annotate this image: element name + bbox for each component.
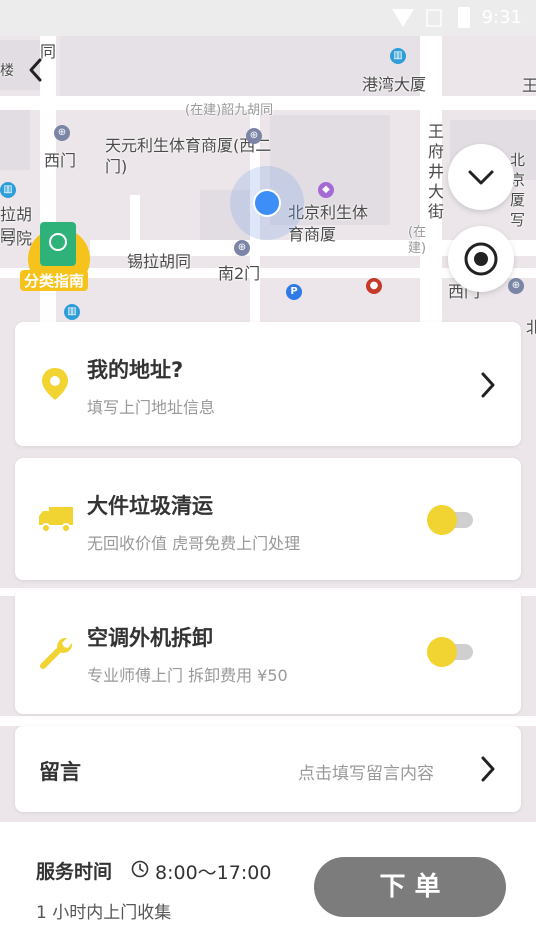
building-icon: ▥: [0, 182, 16, 198]
shop-icon: ◆: [318, 182, 334, 198]
recycle-book-icon: [40, 222, 76, 266]
chevron-down-icon: [468, 170, 494, 185]
chevron-right-icon: [481, 372, 495, 398]
classification-guide-label[interactable]: 分类指南: [20, 270, 89, 291]
message-title: 留言: [39, 760, 81, 784]
back-button[interactable]: [22, 56, 50, 84]
truck-icon: [39, 507, 73, 533]
location-pin-icon: [42, 368, 68, 400]
no-sim-icon: [426, 9, 442, 27]
address-subtitle: 填写上门地址信息: [87, 398, 216, 417]
map-label: 王府井大街: [428, 122, 445, 221]
building-icon: ▥: [64, 304, 80, 320]
map-label: 南2门: [218, 264, 261, 283]
map-label: 王: [522, 76, 536, 95]
collapse-button[interactable]: [448, 144, 514, 210]
clock-icon: [131, 860, 149, 878]
location-dot-icon: [253, 189, 281, 217]
address-title: 我的地址?: [87, 358, 184, 382]
battery-icon: [458, 7, 470, 28]
map-label: 西门: [44, 151, 77, 170]
service-subtitle: 专业师傅上门 拆卸费用 ¥50: [87, 666, 288, 685]
chevron-right-icon: [481, 756, 495, 782]
subway-icon: ⊕: [54, 125, 70, 141]
wrench-icon: [40, 637, 73, 669]
map-label: 北京厦写: [510, 151, 526, 229]
service-card-bulky-waste[interactable]: 大件垃圾清运 无回收价值 虎哥免费上门处理: [15, 458, 521, 580]
map-label: (在建): [408, 225, 427, 256]
service-note: 1 小时内上门收集: [36, 903, 172, 923]
map-label: 港湾大厦: [362, 75, 427, 94]
service-toggle[interactable]: [427, 637, 475, 667]
map-label: 号院: [0, 229, 33, 248]
message-placeholder: 点击填写留言内容: [298, 764, 434, 784]
service-toggle[interactable]: [427, 505, 475, 535]
status-time: 9:31: [481, 7, 522, 28]
service-subtitle: 无回收价值 虎哥免费上门处理: [87, 534, 301, 553]
service-time-value: 8:00～17:00: [155, 862, 272, 884]
target-icon: [464, 242, 498, 276]
map-label: (在建)韶九胡同: [185, 103, 274, 118]
service-title: 大件垃圾清运: [87, 494, 213, 518]
map-label: 锡拉胡同: [127, 252, 192, 271]
locate-me-button[interactable]: [448, 226, 514, 292]
subway-icon: ⊕: [508, 278, 524, 294]
footer-bar: 服务时间 8:00～17:00 1 小时内上门收集 下 单: [0, 822, 536, 952]
message-card[interactable]: 留言 点击填写留言内容: [15, 726, 521, 812]
map-label: 北: [526, 318, 536, 337]
map-label: 楼: [0, 63, 14, 79]
parking-icon: P: [286, 284, 302, 300]
restaurant-icon: ●: [366, 278, 382, 294]
wifi-icon: [392, 9, 414, 27]
status-bar: 9:31: [0, 0, 536, 36]
order-button[interactable]: 下 单: [314, 857, 506, 917]
address-card[interactable]: 我的地址? 填写上门地址信息: [15, 322, 521, 446]
chevron-left-icon: [29, 58, 42, 82]
building-icon: ▥: [390, 48, 406, 64]
service-time-label: 服务时间: [36, 861, 113, 883]
service-title: 空调外机拆卸: [87, 626, 213, 650]
subway-icon: ⊕: [246, 128, 262, 144]
service-card-ac-removal[interactable]: 空调外机拆卸 专业师傅上门 拆卸费用 ¥50: [15, 590, 521, 714]
subway-icon: ⊕: [234, 240, 250, 256]
